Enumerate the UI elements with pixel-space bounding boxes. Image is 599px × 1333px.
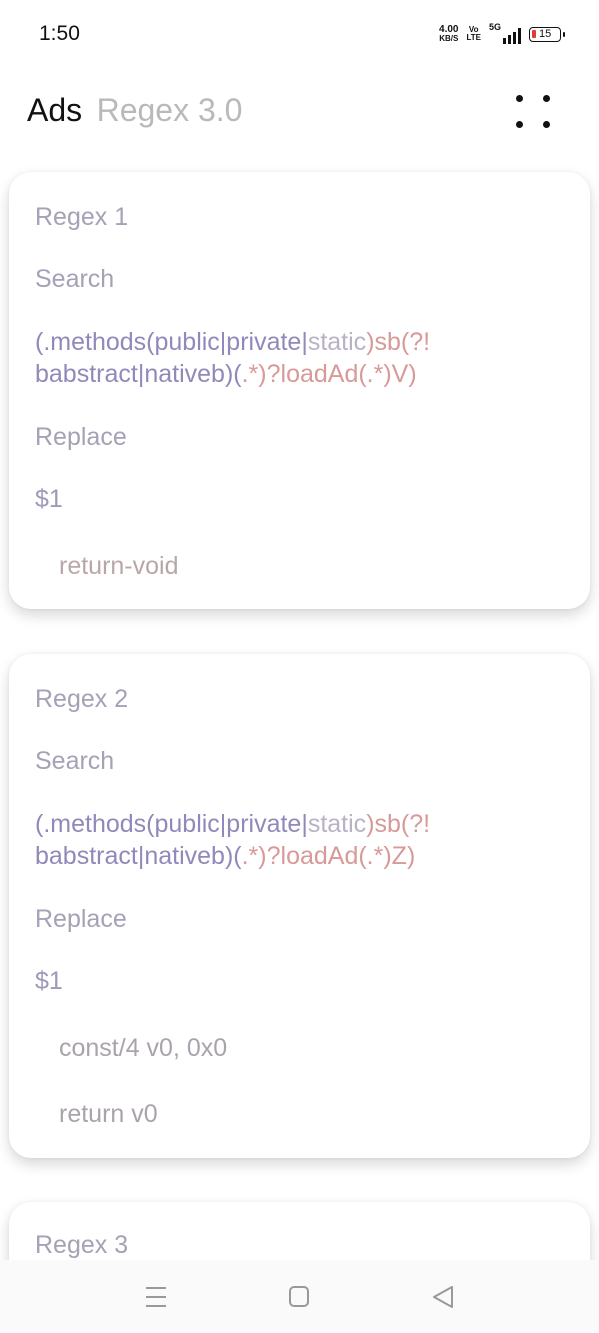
signal-bars [503,28,521,44]
search-pattern-line1: (.methods(public|private|static)sb(?! [35,326,570,358]
replace-label: Replace [35,423,127,451]
network-speed-unit: KB/S [439,34,459,43]
status-bar: 1:50 4.00 KB/S Vo LTE 5G 15 [0,0,599,70]
pattern-part: )sb(?! [366,328,431,356]
pattern-part: .* [241,360,259,388]
code-line: return-void [59,552,179,580]
network-type: 5G [489,22,502,32]
pattern-part: )sb(?! [366,810,431,838]
regex-title: Regex 1 [35,203,129,231]
battery-fill [532,29,536,38]
signal-bar [503,38,506,44]
status-icons: 4.00 KB/S Vo LTE 5G 15 [439,22,565,44]
signal-bar [508,35,511,44]
system-nav-bar [0,1260,599,1333]
page-subtitle: Regex 3.0 [96,92,243,128]
pattern-part: )?loadAd(.*)Z) [258,842,416,870]
replace-value: $1 [35,485,63,513]
search-pattern-line1: (.methods(public|private|static)sb(?! [35,808,570,840]
pattern-part: static [307,810,367,838]
search-pattern-line2: babstract|nativeb)(.*)?loadAd(.*)V) [35,358,570,390]
regex-title: Regex 2 [35,685,129,713]
battery-icon: 15 [529,26,565,42]
search-pattern-line2: babstract|nativeb)(.*)?loadAd(.*)Z) [35,840,570,872]
volte-icon: Vo LTE [466,26,481,42]
signal-bar [513,32,516,44]
back-icon [433,1286,453,1308]
pattern-part: )?loadAd(.*)V) [258,360,417,388]
nav-home-button[interactable] [284,1284,314,1310]
battery-level: 15 [539,27,552,40]
code-line: return v0 [59,1100,158,1128]
signal-bar [518,28,521,44]
regex-card-2[interactable]: Regex 2 Search (.methods(public|private|… [9,654,590,1158]
pattern-part: babstract|nativeb)( [35,842,242,870]
pattern-part: babstract|nativeb)( [35,360,242,388]
page-title: Ads [27,92,83,128]
signal-icon: 5G [489,22,521,44]
network-speed: 4.00 KB/S [439,25,459,44]
pattern-part: static [307,328,367,356]
code-line: const/4 v0, 0x0 [59,1034,228,1062]
app-header: Ads Regex 3.0 [27,92,559,142]
pattern-part: (.methods(public|private| [35,810,308,838]
regex-card-1[interactable]: Regex 1 Search (.methods(public|private|… [9,172,590,609]
pattern-part: (.methods(public|private| [35,328,308,356]
nav-back-button[interactable] [428,1284,458,1310]
menu-icon [146,1287,166,1307]
search-pattern: (.methods(public|private|static)sb(?! ba… [35,326,570,390]
regex-title: Regex 3 [35,1231,129,1259]
status-time: 1:50 [39,22,80,45]
replace-label: Replace [35,905,127,933]
search-label: Search [35,265,115,293]
search-label: Search [35,747,115,775]
volte-bottom: LTE [466,33,481,42]
nav-menu-button[interactable] [141,1284,171,1310]
search-pattern: (.methods(public|private|static)sb(?! ba… [35,808,570,872]
pattern-part: .* [241,842,259,870]
more-options-button[interactable] [515,92,559,136]
replace-value: $1 [35,967,63,995]
home-icon [289,1286,309,1307]
